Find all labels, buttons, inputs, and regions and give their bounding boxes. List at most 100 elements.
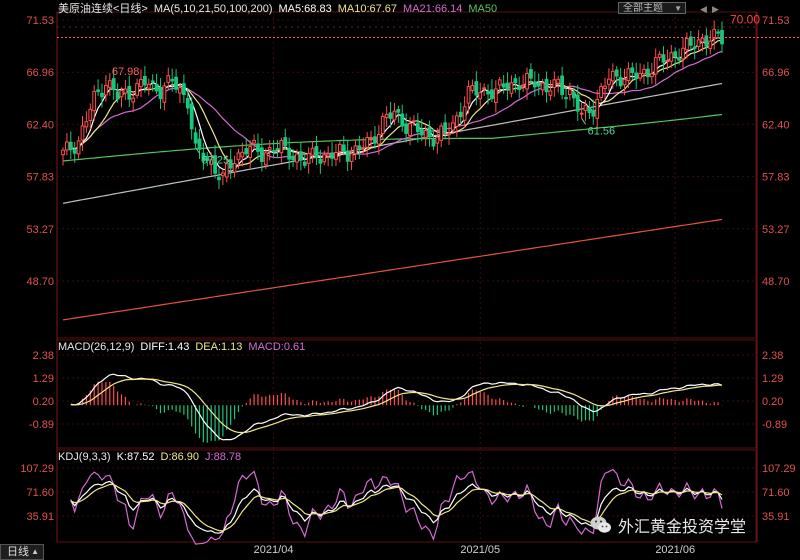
price-axis-tick-right: 66.96: [762, 67, 790, 79]
candle-body: [310, 147, 315, 156]
price-axis-tick-left: 48.70: [26, 276, 54, 288]
candle-body: [185, 97, 190, 109]
macd-header-item: DIFF:1.43: [140, 341, 189, 353]
candle-body: [232, 163, 237, 173]
candle-body: [462, 106, 467, 121]
price-header-item: MA10:67.67: [338, 3, 397, 15]
candle-body: [696, 39, 701, 47]
candle-body: [115, 91, 120, 100]
candle-body: [162, 85, 167, 103]
candle-body: [96, 89, 100, 93]
candle-body: [295, 153, 299, 163]
candle-body: [614, 69, 619, 77]
candle-body: [716, 31, 720, 34]
candle-body: [451, 122, 455, 131]
candle-body: [291, 156, 295, 161]
candle-body: [490, 89, 494, 99]
kdj-axis-tick-left: 35.91: [26, 511, 54, 523]
candle-body: [568, 89, 572, 96]
candle-body: [283, 137, 288, 147]
candle-body: [673, 51, 678, 58]
candle-body: [361, 147, 366, 150]
candle-body: [322, 154, 327, 163]
candle-body: [76, 140, 81, 155]
macd-axis-tick-left: -0.89: [29, 419, 54, 431]
candle-body: [365, 137, 370, 148]
candle-body: [154, 83, 159, 92]
candle-body: [564, 97, 568, 100]
candle-body: [135, 83, 139, 96]
scroll-right-icon[interactable]: ▶: [712, 4, 719, 14]
candle-body: [271, 150, 276, 153]
chart-canvas: 71.53 71.53 66.96 66.96 62.40 62.40 57.83 57.83…: [0, 0, 800, 560]
candle-body: [458, 111, 463, 118]
candle-body: [661, 54, 666, 63]
kdj-axis-tick-left: 71.60: [26, 487, 54, 499]
candle-body: [646, 68, 650, 78]
candle-body: [287, 147, 292, 160]
scroll-left-icon[interactable]: ◀: [700, 4, 707, 14]
candle-body: [345, 150, 350, 162]
candle-body: [493, 88, 498, 103]
candle-body: [681, 47, 685, 60]
candle-body: [189, 103, 194, 130]
candle-body: [599, 86, 603, 98]
price-axis-tick-right: 48.70: [762, 276, 790, 288]
macd-header-item: MACD(26,12,9): [58, 341, 134, 353]
candle-body: [423, 129, 428, 139]
candle-body: [529, 69, 533, 79]
price-axis-tick-left: 57.83: [26, 172, 54, 184]
candle-body: [685, 38, 689, 51]
candle-body: [330, 152, 334, 159]
candle-body: [388, 112, 393, 119]
watermark: 外汇黄金投资学堂: [590, 512, 746, 538]
candle-body: [376, 134, 381, 145]
price-axis-tick-right: 57.83: [762, 172, 790, 184]
macd-header-item: MACD:0.61: [248, 341, 305, 353]
candle-body: [634, 72, 639, 80]
candle-body: [146, 83, 151, 89]
candle-body: [178, 87, 182, 94]
candle-body: [649, 73, 654, 78]
candle-body: [158, 87, 163, 100]
candle-body: [131, 97, 136, 103]
candle-body: [700, 37, 705, 43]
candle-body: [326, 153, 331, 157]
theme-selector-button[interactable]: 全部主题 ▼: [618, 2, 686, 14]
candle-body: [111, 78, 116, 91]
candle-body: [256, 143, 260, 152]
kdj-axis-tick-right: 71.60: [762, 487, 790, 499]
period-tab[interactable]: 日线 ▲: [0, 544, 44, 560]
candle-body: [571, 92, 576, 99]
candle-body: [170, 78, 175, 82]
candle-body: [244, 148, 249, 155]
wechat-icon: [590, 516, 611, 533]
x-tick-label: 2021/05: [460, 544, 500, 556]
candle-body: [497, 79, 502, 86]
candle-body: [127, 85, 132, 100]
candle-body: [373, 136, 377, 144]
candle-body: [341, 144, 346, 152]
candle-body: [474, 81, 479, 96]
price-axis-tick-left: 71.53: [26, 15, 54, 27]
candle-body: [447, 132, 451, 136]
candle-body: [482, 87, 487, 90]
candle-body: [435, 136, 440, 144]
candle-body: [505, 82, 510, 90]
extreme-label: 57.25: [202, 155, 230, 167]
candle-body: [560, 75, 565, 95]
candle-body: [174, 76, 178, 90]
price-header-item: MA5:68.83: [279, 3, 332, 15]
candle-body: [182, 83, 186, 96]
candle-body: [412, 120, 416, 123]
candle-body: [536, 82, 541, 87]
kdj-header-item: D:86.90: [161, 451, 200, 463]
candle-body: [595, 99, 600, 119]
candle-body: [259, 147, 264, 162]
kdj-header-item: K:87.52: [117, 451, 155, 463]
macd-axis-tick-right: -0.89: [762, 419, 787, 431]
candle-body: [400, 113, 405, 127]
candle-body: [603, 85, 607, 90]
kdj-axis-tick-left: 107.29: [20, 463, 54, 475]
candle-body: [318, 158, 323, 164]
